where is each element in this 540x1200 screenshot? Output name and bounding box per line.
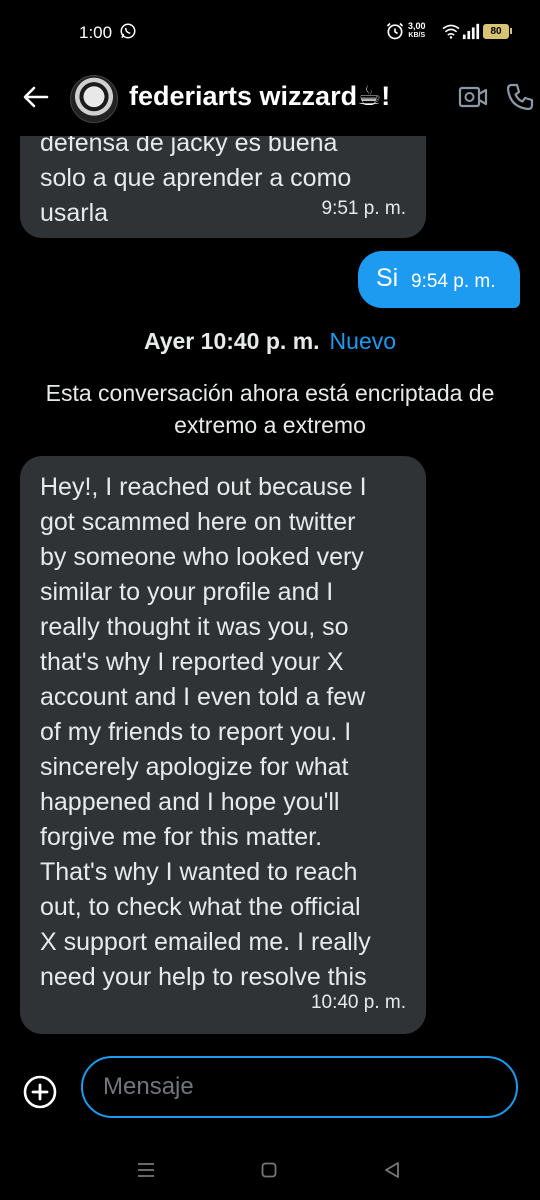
nav-back-icon[interactable] — [384, 1161, 400, 1179]
day-separator: Ayer 10:40 p. m. Nuevo — [0, 328, 540, 355]
contact-name[interactable]: federiarts wizzard☕! — [129, 81, 390, 112]
message-bubble-outgoing[interactable]: Si 9:54 p. m. — [358, 251, 520, 308]
phone-call-icon[interactable] — [505, 82, 535, 112]
video-call-icon[interactable] — [458, 84, 488, 110]
avatar[interactable] — [70, 75, 118, 123]
new-messages-label: Nuevo — [329, 328, 397, 354]
message-text: Hey!, I reached out because I got scamme… — [40, 473, 371, 991]
day-separator-label: Ayer 10:40 p. m. — [143, 328, 320, 354]
message-time: 10:40 p. m. — [310, 992, 406, 1013]
message-composer — [0, 1048, 540, 1130]
recent-apps-icon[interactable] — [137, 1162, 155, 1178]
message-bubble-incoming[interactable]: Hey!, I reached out because I got scamme… — [20, 456, 426, 1034]
add-attachment-icon[interactable] — [23, 1075, 57, 1109]
encryption-notice: Esta conversación ahora está encriptada … — [45, 380, 495, 438]
home-icon[interactable] — [261, 1162, 277, 1178]
conversation-header: federiarts wizzard☕! — [0, 64, 540, 136]
message-time: 9:54 p. m. — [411, 271, 496, 292]
back-arrow-icon[interactable] — [22, 83, 50, 111]
message-time: 9:51 p. m. — [321, 198, 407, 219]
message-input[interactable] — [81, 1056, 518, 1118]
message-list[interactable]: defensa de jacky es buena solo a que apr… — [0, 0, 540, 1200]
message-text: Si — [376, 264, 399, 292]
system-nav-bar — [0, 1140, 540, 1200]
